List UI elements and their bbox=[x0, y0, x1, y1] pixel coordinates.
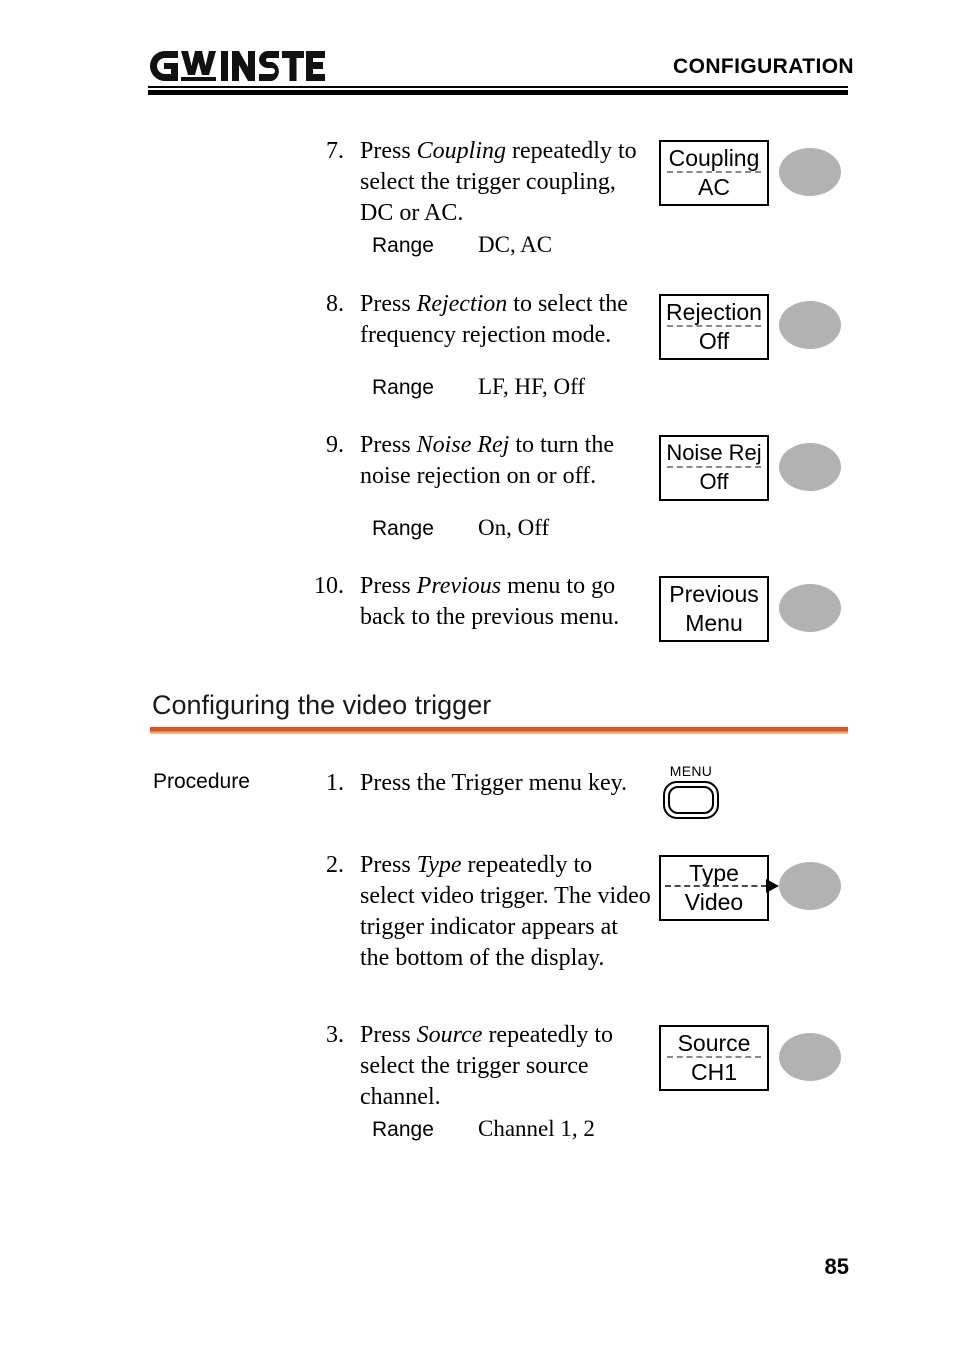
step-number: 8. bbox=[326, 291, 344, 317]
range-value: On, Off bbox=[478, 515, 550, 540]
softkey-rejection[interactable]: Rejection Off bbox=[659, 294, 769, 360]
softkey-separator bbox=[667, 1056, 761, 1058]
procedure-label: Procedure bbox=[153, 770, 250, 793]
step-number: 1. bbox=[326, 770, 344, 796]
trigger-menu-key[interactable]: MENU bbox=[657, 763, 725, 823]
step-number: 9. bbox=[326, 432, 344, 458]
softkey-value: Video bbox=[684, 889, 744, 915]
softkey-separator bbox=[667, 325, 761, 327]
softkey-knob-icon[interactable] bbox=[779, 584, 841, 632]
softkey-knob-icon[interactable] bbox=[779, 301, 841, 349]
softkey-title: Rejection bbox=[666, 299, 762, 325]
softkey-type[interactable]: Type Video bbox=[659, 855, 779, 921]
menu-key-outline-inner bbox=[668, 786, 714, 814]
step-number: 3. bbox=[326, 1022, 344, 1048]
softkey-value: CH1 bbox=[690, 1059, 737, 1085]
range-label: Range bbox=[372, 376, 434, 399]
menu-key-label: MENU bbox=[669, 763, 713, 779]
step-text: Press the Trigger menu key. bbox=[360, 770, 628, 796]
step-text: Press Rejection to select the frequency … bbox=[360, 291, 628, 348]
range-label: Range bbox=[372, 517, 434, 540]
range-value: Channel 1, 2 bbox=[478, 1116, 595, 1141]
softkey-value: Off bbox=[699, 469, 729, 494]
step-number: 7. bbox=[326, 138, 344, 164]
step-text: Press Source repeatedly to select the tr… bbox=[360, 1022, 614, 1110]
step-text: Press Type repeatedly to select video tr… bbox=[360, 852, 651, 971]
softkey-coupling[interactable]: Coupling AC bbox=[659, 140, 769, 206]
step-number: 10. bbox=[314, 573, 344, 599]
softkey-separator bbox=[667, 466, 761, 468]
softkey-knob-icon[interactable] bbox=[779, 443, 841, 491]
range-label: Range bbox=[372, 234, 434, 257]
section-heading: Configuring the video trigger bbox=[152, 690, 492, 720]
softkey-source[interactable]: Source CH1 bbox=[659, 1025, 769, 1091]
softkey-value: AC bbox=[698, 174, 730, 200]
softkey-title: Source bbox=[677, 1030, 751, 1056]
softkey-value: Off bbox=[698, 328, 730, 354]
range-value: LF, HF, Off bbox=[478, 374, 586, 399]
header-rule-thin bbox=[148, 86, 848, 88]
range-label: Range bbox=[372, 1118, 434, 1141]
softkey-knob-icon[interactable] bbox=[779, 148, 841, 196]
softkey-title: Noise Rej bbox=[666, 440, 762, 465]
gwinstek-logo bbox=[148, 48, 326, 84]
page-number: 85 bbox=[824, 1254, 849, 1279]
softkey-knob-icon[interactable] bbox=[779, 862, 841, 910]
softkey-noise-rej[interactable]: Noise Rej Off bbox=[659, 435, 769, 501]
softkey-value: Menu bbox=[685, 610, 743, 636]
softkey-title: Coupling bbox=[668, 145, 760, 171]
section-accent-bar bbox=[150, 727, 848, 734]
document-page: CONFIGURATION 7. Press Coupling repeated… bbox=[0, 0, 954, 1349]
softkey-separator bbox=[667, 171, 761, 173]
step-text: Press Coupling repeatedly to select the … bbox=[360, 138, 637, 226]
range-value: DC, AC bbox=[478, 232, 553, 257]
step-text: Press Previous menu to go back to the pr… bbox=[360, 573, 620, 630]
softkey-previous-menu[interactable]: Previous Menu bbox=[659, 576, 769, 642]
header-rule-thick bbox=[148, 90, 848, 95]
step-text: Press Noise Rej to turn the noise reject… bbox=[360, 432, 614, 489]
header-title: CONFIGURATION bbox=[673, 55, 854, 78]
softkey-title: Previous bbox=[669, 581, 759, 607]
step-number: 2. bbox=[326, 852, 344, 878]
softkey-knob-icon[interactable] bbox=[779, 1033, 841, 1081]
